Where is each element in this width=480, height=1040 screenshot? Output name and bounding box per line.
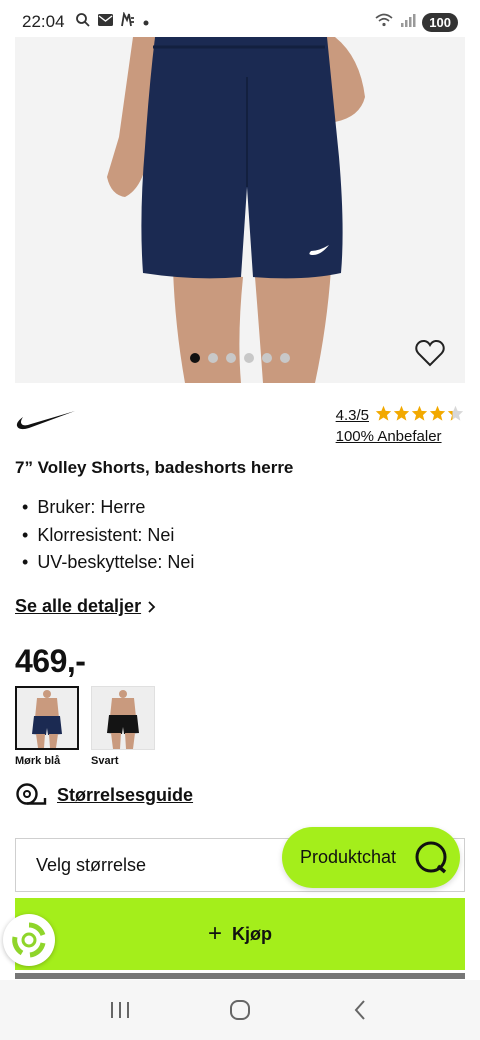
gallery-dot[interactable] [244,353,254,363]
chat-bubble-icon [415,841,447,874]
star-icon [375,405,392,421]
wifi-icon [374,12,394,33]
back-icon [354,1000,365,1020]
product-title: 7” Volley Shorts, badeshorts herre [15,458,294,477]
feature-list: Bruker: Herre Klorresistent: Nei UV-besk… [22,494,194,577]
variant-label: Mørk blå [15,755,61,767]
color-variants: Mørk blå Svart [15,686,155,767]
star-icon [447,405,464,421]
gallery-dot[interactable] [280,353,290,363]
see-all-details-link[interactable]: Se alle detaljer [15,596,157,617]
content-divider [15,973,465,979]
status-time: 22:04 [22,12,65,31]
brand-rating-row: 4.3/5 100% Anbefaler [15,405,465,453]
feature-item: UV-beskyttelse: Nei [22,549,194,577]
more-notifications-dot-icon [142,12,150,32]
home-icon [230,1000,250,1020]
shorts-shape [141,37,343,279]
android-nav-bar [0,980,480,1040]
size-guide-label: Størrelsesguide [57,784,194,805]
search-notification-icon [75,12,91,33]
size-guide-link[interactable]: Størrelsesguide [15,782,193,808]
gallery-dot[interactable] [262,353,272,363]
product-image-gallery[interactable] [15,37,465,383]
variant-dark-blue[interactable]: Mørk blå [15,686,79,767]
rating-summary[interactable]: 4.3/5 100% Anbefaler [336,405,465,445]
variant-thumbnail [15,686,79,750]
newspaper-notification-icon [120,10,136,33]
product-chat-button[interactable]: Produktchat [282,827,460,888]
product-photo [15,37,465,383]
rating-stars [375,405,465,425]
variant-label: Svart [91,755,119,767]
battery-indicator: 100 [422,12,458,32]
chevron-right-icon [148,600,156,613]
see-all-details-label: Se alle detaljer [15,596,142,616]
gallery-dots [15,353,465,363]
signal-icon [400,12,416,32]
star-icon [411,405,428,421]
product-chat-label: Produktchat [300,847,397,867]
buy-label: Kjøp [232,923,272,944]
measuring-tape-icon [16,783,47,805]
size-select-placeholder: Velg størrelse [36,854,147,875]
rating-value[interactable]: 4.3/5 [336,407,369,424]
recycle-badge[interactable] [3,914,55,966]
back-button[interactable] [340,990,380,1030]
mail-notification-icon [97,12,114,32]
feature-item: Bruker: Herre [22,494,194,522]
recycle-icon [12,922,46,958]
feature-item: Klorresistent: Nei [22,522,194,550]
recents-icon [111,1002,129,1018]
nike-logo[interactable] [15,409,77,436]
plus-icon: + [207,920,222,947]
gallery-dot[interactable] [190,353,200,363]
variant-thumbnail [91,686,155,750]
variant-black[interactable]: Svart [91,686,155,767]
recommend-percentage[interactable]: 100% Anbefaler [336,428,465,445]
recents-button[interactable] [100,990,140,1030]
gallery-dot[interactable] [226,353,236,363]
gallery-dot[interactable] [208,353,218,363]
star-icon [393,405,410,421]
heart-outline-icon [415,339,445,367]
product-price: 469,- [15,643,86,679]
buy-button[interactable]: + Kjøp [15,898,465,970]
star-icon [429,405,446,421]
favorite-button[interactable] [415,339,445,369]
home-button[interactable] [220,990,260,1030]
